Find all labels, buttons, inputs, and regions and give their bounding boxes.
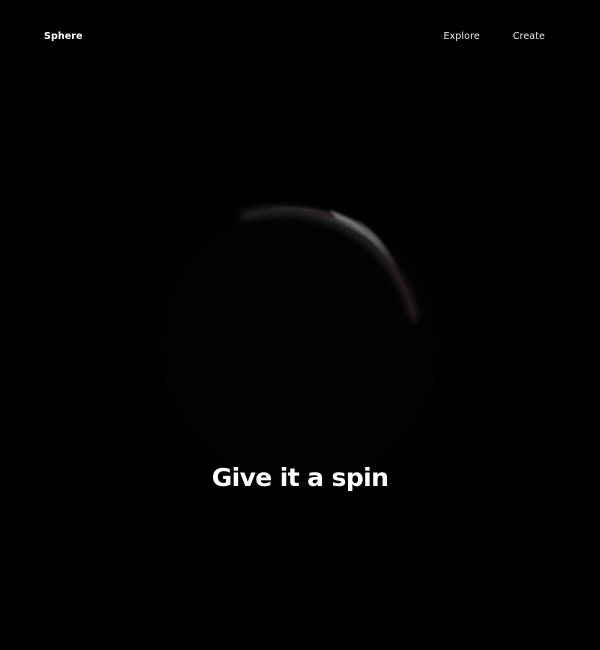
hero-sphere[interactable]: [0, 0, 600, 650]
main-nav: Explore Create: [443, 31, 545, 42]
nav-item-explore[interactable]: Explore: [443, 31, 479, 42]
top-bar: Sphere Explore Create: [0, 0, 600, 76]
sphere-graphic: [160, 205, 440, 485]
nav-item-create[interactable]: Create: [513, 31, 545, 42]
page: Sphere Explore Create Give it a spin: [0, 0, 600, 650]
logo[interactable]: Sphere: [44, 31, 83, 42]
hero-headline: Give it a spin: [211, 463, 389, 492]
